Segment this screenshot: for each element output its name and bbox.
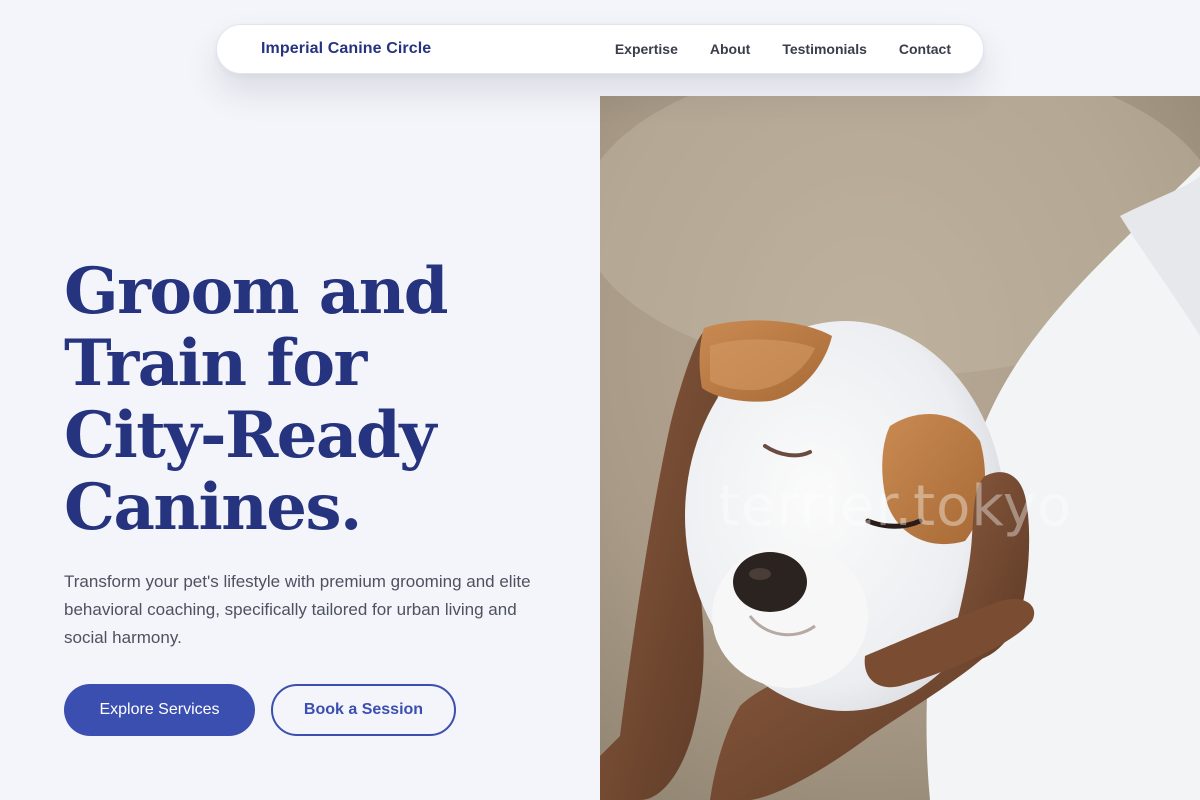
- nav-link-expertise[interactable]: Expertise: [615, 41, 678, 57]
- explore-services-button[interactable]: Explore Services: [64, 684, 255, 736]
- hero-title-line: Canines.: [64, 470, 362, 545]
- hero-title-line: Train for: [64, 326, 367, 401]
- hero-title: Groom and Train for City-Ready Canines.: [64, 256, 524, 544]
- book-session-button[interactable]: Book a Session: [271, 684, 456, 736]
- hero-title-line: City-Ready: [64, 398, 436, 473]
- image-watermark: terrier.tokyo: [718, 474, 1073, 539]
- nav-link-about[interactable]: About: [710, 41, 750, 57]
- brand-logo[interactable]: Imperial Canine Circle: [261, 40, 431, 58]
- nav-link-contact[interactable]: Contact: [899, 41, 951, 57]
- hero-title-line: Groom and: [64, 254, 449, 329]
- nav-link-testimonials[interactable]: Testimonials: [782, 41, 867, 57]
- hero-subtitle: Transform your pet's lifestyle with prem…: [64, 572, 531, 647]
- top-nav: Imperial Canine Circle Expertise About T…: [216, 24, 984, 74]
- puppy-illustration: [600, 96, 1200, 800]
- hero-image: terrier.tokyo: [600, 96, 1200, 800]
- nav-links: Expertise About Testimonials Contact: [615, 41, 951, 57]
